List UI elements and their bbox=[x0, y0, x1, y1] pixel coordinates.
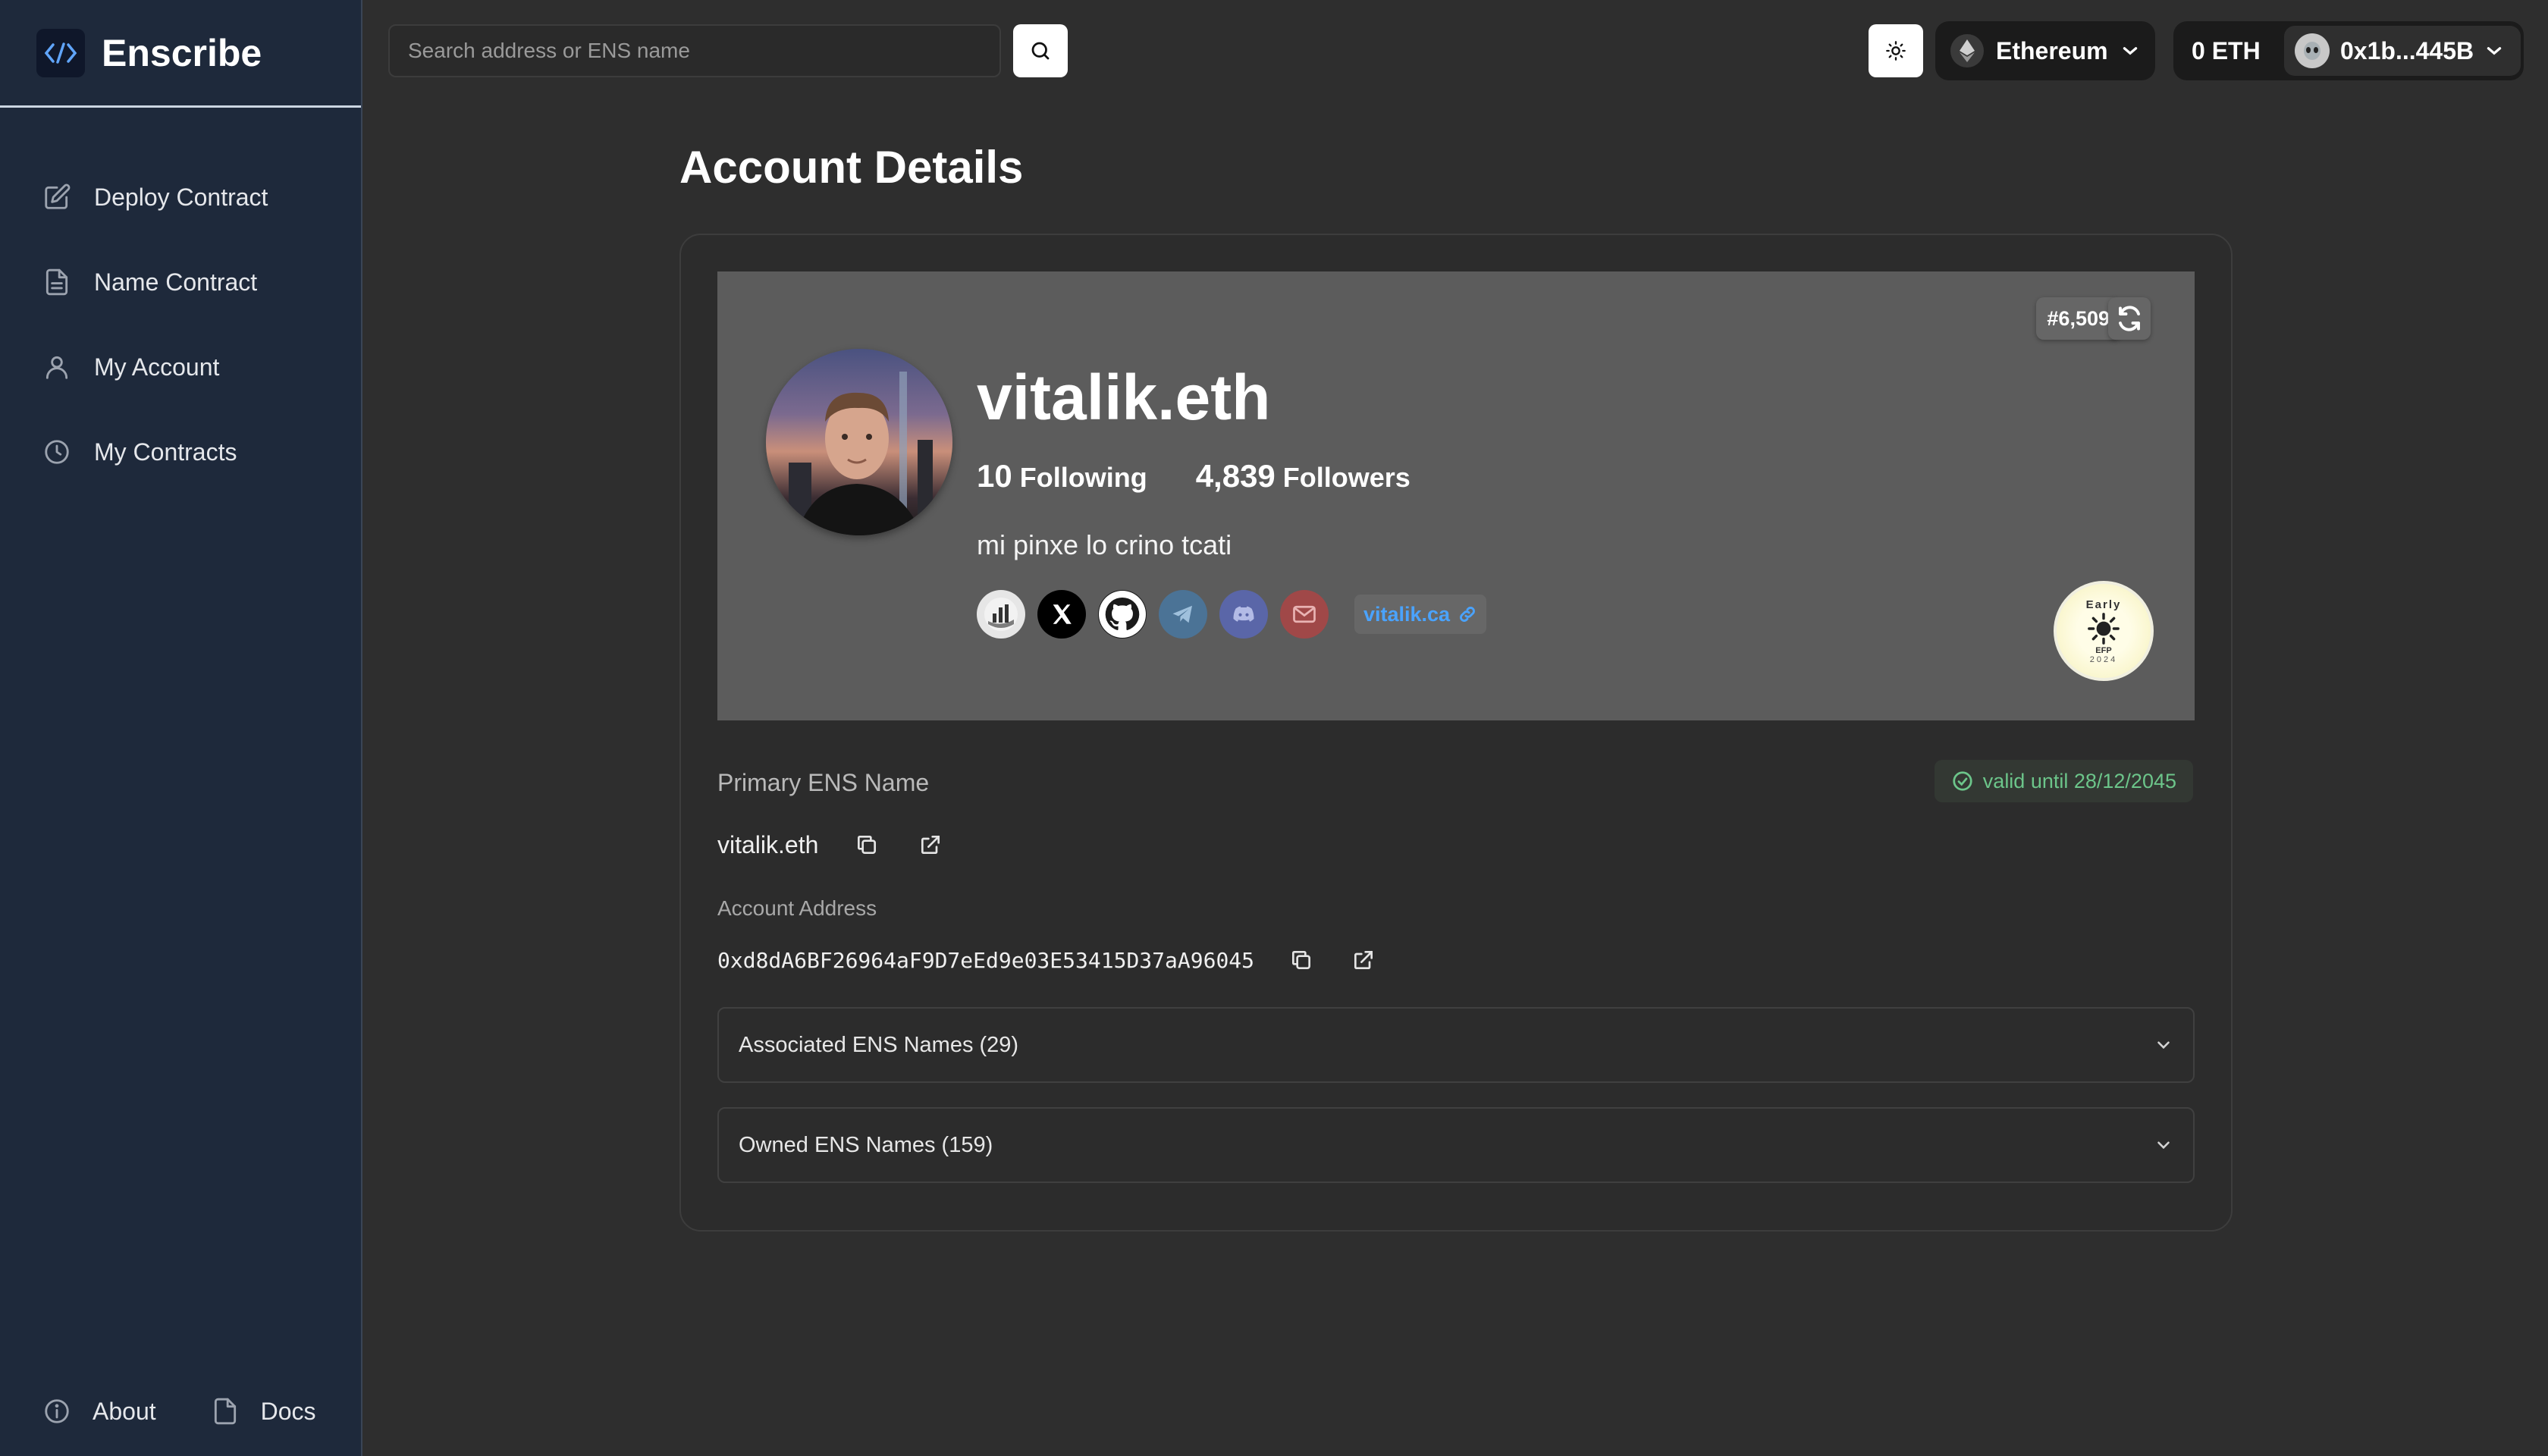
external-link-button[interactable] bbox=[1348, 945, 1379, 975]
check-circle-icon bbox=[1953, 771, 1972, 791]
validity-text: valid until 28/12/2045 bbox=[1982, 769, 2176, 792]
sidebar-item-label: Deploy Contract bbox=[94, 183, 268, 211]
social-links: vitalik.ca bbox=[977, 590, 1487, 639]
avatar bbox=[2295, 33, 2330, 68]
x-icon[interactable] bbox=[1037, 590, 1086, 639]
website-label: vitalik.ca bbox=[1363, 602, 1451, 626]
wallet-balance: 0 ETH bbox=[2192, 36, 2261, 64]
sidebar-item-label: My Account bbox=[94, 353, 220, 381]
sidebar-item-label: About bbox=[93, 1397, 156, 1425]
sidebar-item-label: Name Contract bbox=[94, 268, 258, 296]
telegram-icon[interactable] bbox=[1159, 590, 1207, 639]
sidebar-footer: About Docs bbox=[42, 1397, 316, 1426]
follow-stats: 10 Following 4,839 Followers bbox=[977, 458, 1410, 494]
sidebar-nav: Deploy Contract Name Contract My Account… bbox=[0, 108, 361, 494]
sun-icon bbox=[2088, 612, 2120, 645]
sidebar-item-name-contract[interactable]: Name Contract bbox=[0, 240, 361, 325]
website-link[interactable]: vitalik.ca bbox=[1354, 595, 1487, 634]
dune-icon[interactable] bbox=[977, 590, 1025, 639]
document-icon bbox=[46, 268, 68, 296]
following-count: 10 bbox=[977, 458, 1012, 494]
clock-icon bbox=[45, 440, 69, 464]
account-address-value: 0xd8dA6BF26964aF9D7eEd9e03E53415D37aA960… bbox=[717, 947, 1255, 973]
sun-icon bbox=[1886, 41, 1906, 61]
app-name: Enscribe bbox=[102, 31, 262, 74]
badge-label-top: Early bbox=[2085, 598, 2122, 611]
wallet-button[interactable]: 0 ETH 0x1b...445B bbox=[2173, 21, 2524, 80]
search-input[interactable] bbox=[388, 24, 1001, 77]
followers-label: Followers bbox=[1282, 462, 1410, 493]
badge-label-bottom: EFP bbox=[2095, 645, 2112, 655]
profile-banner: #6,509 vitalik.eth 10 Following 4,839 Fo… bbox=[717, 271, 2195, 720]
badge-year: 2024 bbox=[2089, 654, 2118, 664]
owned-ens-accordion[interactable]: Owned ENS Names (159) bbox=[717, 1107, 2195, 1183]
network-selector[interactable]: Ethereum bbox=[1935, 21, 2155, 80]
accordion-label: Owned ENS Names (159) bbox=[739, 1132, 993, 1157]
sidebar-item-my-contracts[interactable]: My Contracts bbox=[0, 410, 361, 494]
chevron-down-icon bbox=[2487, 47, 2502, 55]
copy-button[interactable] bbox=[1286, 945, 1316, 975]
document-icon bbox=[214, 1398, 236, 1425]
sidebar-item-label: My Contracts bbox=[94, 438, 237, 466]
sidebar-item-deploy-contract[interactable]: Deploy Contract bbox=[0, 155, 361, 240]
copy-button[interactable] bbox=[852, 830, 882, 860]
brand[interactable]: Enscribe bbox=[0, 0, 361, 108]
code-icon bbox=[36, 28, 85, 77]
info-icon bbox=[45, 1399, 69, 1423]
external-link-button[interactable] bbox=[915, 830, 946, 860]
refresh-icon bbox=[2119, 306, 2140, 331]
search-button[interactable] bbox=[1013, 24, 1068, 77]
external-link-icon bbox=[921, 836, 940, 854]
sidebar: Enscribe Deploy Contract Name Contract M… bbox=[0, 0, 362, 1456]
edit-icon bbox=[45, 184, 71, 209]
chevron-down-icon bbox=[2157, 1041, 2170, 1050]
followers-stat[interactable]: 4,839 Followers bbox=[1196, 458, 1410, 494]
validity-badge: valid until 28/12/2045 bbox=[1934, 760, 2193, 802]
account-card: #6,509 vitalik.eth 10 Following 4,839 Fo… bbox=[679, 234, 2233, 1232]
account-selector[interactable]: 0x1b...445B bbox=[2284, 26, 2521, 76]
discord-icon[interactable] bbox=[1219, 590, 1268, 639]
email-icon[interactable] bbox=[1280, 590, 1329, 639]
profile-bio: mi pinxe lo crino tcati bbox=[977, 529, 1232, 560]
sidebar-item-my-account[interactable]: My Account bbox=[0, 325, 361, 410]
copy-icon bbox=[858, 836, 877, 854]
network-name: Ethereum bbox=[1996, 36, 2108, 64]
sidebar-item-docs[interactable]: Docs bbox=[211, 1397, 316, 1426]
account-address-row: 0xd8dA6BF26964aF9D7eEd9e03E53415D37aA960… bbox=[717, 945, 1379, 975]
primary-ens-row: vitalik.eth bbox=[717, 830, 946, 860]
external-link-icon bbox=[1354, 951, 1373, 969]
account-address-short: 0x1b...445B bbox=[2340, 36, 2474, 64]
primary-ens-value: vitalik.eth bbox=[717, 830, 819, 858]
chevron-down-icon bbox=[2157, 1141, 2170, 1150]
refresh-button[interactable] bbox=[2108, 297, 2151, 340]
link-icon bbox=[1460, 607, 1475, 622]
associated-ens-accordion[interactable]: Associated ENS Names (29) bbox=[717, 1007, 2195, 1083]
user-icon bbox=[46, 356, 68, 379]
ethereum-icon bbox=[1950, 34, 1984, 67]
following-label: Following bbox=[1019, 462, 1147, 493]
profile-name: vitalik.eth bbox=[977, 362, 1271, 433]
accordion-label: Associated ENS Names (29) bbox=[739, 1032, 1019, 1057]
copy-icon bbox=[1292, 951, 1311, 969]
account-address-label: Account Address bbox=[717, 896, 877, 920]
github-icon[interactable] bbox=[1098, 590, 1147, 639]
following-stat[interactable]: 10 Following bbox=[977, 458, 1147, 494]
followers-count: 4,839 bbox=[1195, 458, 1276, 494]
sidebar-item-label: Docs bbox=[260, 1397, 316, 1425]
early-efp-badge[interactable]: Early EFP 2024 bbox=[2054, 581, 2154, 681]
chevron-down-icon bbox=[2123, 47, 2137, 55]
search-icon bbox=[1031, 42, 1050, 60]
profile-avatar bbox=[766, 349, 952, 535]
primary-ens-label: Primary ENS Name bbox=[717, 769, 930, 796]
theme-toggle-button[interactable] bbox=[1869, 24, 1923, 77]
sidebar-item-about[interactable]: About bbox=[42, 1397, 156, 1426]
page-title: Account Details bbox=[679, 142, 1024, 193]
